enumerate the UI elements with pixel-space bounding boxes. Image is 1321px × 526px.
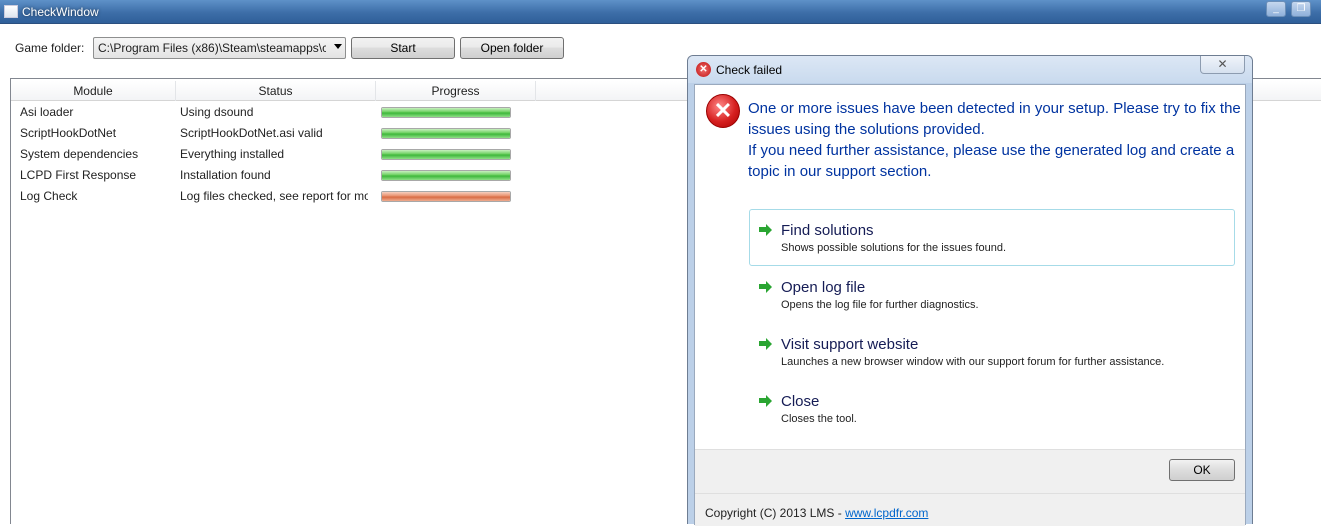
green-arrow-icon — [758, 337, 772, 351]
window-title: CheckWindow — [22, 5, 99, 19]
command-title: Visit support website — [781, 336, 919, 353]
error-message: One or more issues have been detected in… — [748, 98, 1243, 182]
dialog-title: Check failed — [716, 63, 783, 77]
module-name: System dependencies — [20, 147, 139, 161]
progress-bar — [381, 170, 511, 181]
progress-bar — [381, 128, 511, 139]
error-message-line1: One or more issues have been detected in… — [748, 100, 1241, 138]
column-header-module[interactable]: Module — [11, 81, 176, 101]
module-status: Installation found — [180, 168, 271, 182]
progress-fill — [382, 129, 510, 138]
table-row[interactable]: Log Check Log files checked, see report f… — [11, 186, 711, 207]
check-failed-dialog: ✕ Check failed ✕ ✕ One or more issues ha… — [687, 55, 1253, 526]
dialog-close-button[interactable]: ✕ — [1200, 56, 1245, 74]
module-name: ScriptHookDotNet — [20, 126, 117, 140]
module-status: Log files checked, see report for mo — [180, 189, 368, 203]
dropdown-arrow-icon[interactable] — [334, 44, 342, 49]
progress-fill — [382, 108, 510, 117]
command-title: Close — [781, 393, 820, 410]
command-description: Closes the tool. — [781, 413, 857, 425]
progress-bar — [381, 191, 511, 202]
command-description: Launches a new browser window with our s… — [781, 356, 1165, 368]
app-icon — [4, 5, 18, 18]
column-header-status[interactable]: Status — [176, 81, 376, 101]
green-arrow-icon — [758, 223, 772, 237]
dialog-button-area: OK — [695, 449, 1245, 493]
progress-fill — [382, 171, 510, 180]
restore-icon: ❐ — [1296, 3, 1306, 14]
command-link-open-log-file[interactable]: Open log file Opens the log file for furt… — [749, 266, 1235, 323]
open-folder-button[interactable]: Open folder — [460, 37, 564, 59]
green-arrow-icon — [758, 280, 772, 294]
module-list[interactable]: Module Status Progress Asi loader Using d… — [10, 78, 1321, 524]
copyright-text: Copyright (C) 2013 LMS - — [705, 506, 846, 520]
table-row[interactable]: ScriptHookDotNet ScriptHookDotNet.asi val… — [11, 123, 711, 144]
command-description: Opens the log file for further diagnosti… — [781, 299, 979, 311]
module-name: LCPD First Response — [20, 168, 137, 182]
command-description: Shows possible solutions for the issues … — [781, 242, 1007, 254]
error-large-icon: ✕ — [706, 94, 740, 128]
command-title: Find solutions — [781, 222, 874, 239]
table-row[interactable]: Asi loader Using dsound — [11, 102, 711, 123]
ok-button[interactable]: OK — [1169, 459, 1235, 481]
game-folder-combobox[interactable]: C:\Program Files (x86)\Steam\steamapps\c… — [93, 37, 346, 59]
table-row[interactable]: System dependencies Everything installed — [11, 144, 711, 165]
error-message-line2: If you need further assistance, please u… — [748, 142, 1235, 180]
restore-button[interactable]: ❐ — [1291, 1, 1311, 17]
table-row[interactable]: LCPD First Response Installation found — [11, 165, 711, 186]
progress-bar — [381, 149, 511, 160]
title-bar: CheckWindow _ ❐ — [0, 0, 1321, 24]
progress-fill — [382, 150, 510, 159]
website-link[interactable]: www.lcpdfr.com — [845, 506, 928, 520]
column-header-progress[interactable]: Progress — [376, 81, 536, 101]
minimize-button[interactable]: _ — [1266, 1, 1286, 17]
command-link-visit-support-website[interactable]: Visit support website Launches a new brow… — [749, 323, 1235, 380]
game-folder-value: C:\Program Files (x86)\Steam\steamapps\c… — [98, 41, 326, 55]
dialog-title-bar: ✕ Check failed — [688, 56, 1252, 83]
error-icon: ✕ — [696, 62, 711, 77]
green-arrow-icon — [758, 394, 772, 408]
start-button[interactable]: Start — [351, 37, 455, 59]
command-link-close[interactable]: Close Closes the tool. — [749, 380, 1235, 437]
module-name: Log Check — [20, 189, 78, 203]
progress-bar — [381, 107, 511, 118]
game-folder-label: Game folder: — [15, 41, 85, 55]
module-status: Everything installed — [180, 147, 285, 161]
command-title: Open log file — [781, 279, 866, 296]
dialog-footer: Copyright (C) 2013 LMS - www.lcpdfr.com — [695, 493, 1245, 526]
progress-fill — [382, 192, 510, 201]
module-name: Asi loader — [20, 105, 74, 119]
module-status: Using dsound — [180, 105, 254, 119]
module-status: ScriptHookDotNet.asi valid — [180, 126, 323, 140]
command-link-find-solutions[interactable]: Find solutions Shows possible solutions f… — [749, 209, 1235, 266]
close-icon: ✕ — [1217, 57, 1228, 71]
dialog-body: ✕ One or more issues have been detected … — [694, 84, 1246, 526]
minimize-icon: _ — [1273, 3, 1279, 14]
